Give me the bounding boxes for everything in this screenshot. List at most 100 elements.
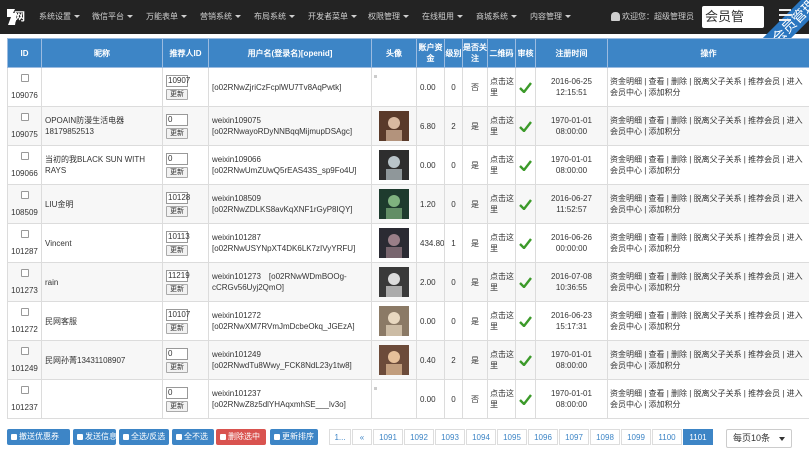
checkmark-icon[interactable] <box>519 120 532 132</box>
checkmark-icon[interactable] <box>519 237 532 249</box>
header-id[interactable]: ID <box>7 38 42 68</box>
row-qrcode-link[interactable]: 点击这里 <box>487 106 516 146</box>
row-checkbox[interactable] <box>20 73 29 82</box>
update-button[interactable]: 更新 <box>166 166 188 178</box>
nav-wechat-platform[interactable]: 微信平台 <box>92 0 133 34</box>
row-nickname: rain <box>41 262 163 302</box>
row-qrcode-link[interactable]: 点击这里 <box>487 145 516 185</box>
nav-universal-form[interactable]: 万能表单 <box>146 0 187 34</box>
checkbox-icon <box>123 433 129 440</box>
row-checkbox[interactable] <box>20 151 29 160</box>
row-qrcode-link[interactable]: 点击这里 <box>487 262 516 302</box>
update-button[interactable]: 更新 <box>166 127 188 139</box>
nav-system-settings[interactable]: 系统设置 <box>39 0 80 34</box>
row-operations[interactable]: 资金明细 | 查看 | 删除 | 脱离父子关系 | 推荐会员 | 进入会员中心 … <box>607 262 809 302</box>
update-button[interactable]: 更新 <box>166 88 188 100</box>
header-audit: 审核 <box>515 38 536 68</box>
bottom-toolbar: 撤送优惠券 发送信息 全选/反选 全不选 删除选中 更新排序 1... «1091… <box>0 426 809 455</box>
page-link[interactable]: 1098 <box>590 429 620 445</box>
select-invert-button[interactable]: 全选/反选 <box>119 429 169 445</box>
checkmark-icon[interactable] <box>519 315 532 327</box>
nav-permissions[interactable]: 权限管理 <box>368 0 409 34</box>
row-operations[interactable]: 资金明细 | 查看 | 删除 | 脱离父子关系 | 推荐会员 | 进入会员中心 … <box>607 223 809 263</box>
row-checkbox[interactable] <box>20 268 29 277</box>
page-link[interactable]: 1093 <box>435 429 465 445</box>
nav-mall[interactable]: 商城系统 <box>476 0 517 34</box>
page-link[interactable]: 1099 <box>621 429 651 445</box>
row-operations[interactable]: 资金明细 | 查看 | 删除 | 脱离父子关系 | 推荐会员 | 进入会员中心 … <box>607 340 809 380</box>
row-qrcode-link[interactable]: 点击这里 <box>487 301 516 341</box>
nav-marketing[interactable]: 营销系统 <box>200 0 241 34</box>
update-button[interactable]: 更新 <box>166 322 188 334</box>
row-follow: 是 <box>462 106 488 146</box>
row-qrcode-link[interactable]: 点击这里 <box>487 67 516 107</box>
top-navbar: 网 系统设置 微信平台 万能表单 营销系统 布局系统 开发者菜单 权限管理 在线… <box>0 0 809 67</box>
row-checkbox[interactable] <box>20 190 29 199</box>
referrer-id-input[interactable]: 10128 <box>166 191 190 204</box>
row-checkbox[interactable] <box>20 112 29 121</box>
update-button[interactable]: 更新 <box>166 205 188 217</box>
checkmark-icon[interactable] <box>519 159 532 171</box>
page-link[interactable]: 1096 <box>528 429 558 445</box>
page-link[interactable]: « <box>352 429 372 445</box>
row-follow: 是 <box>462 223 488 263</box>
row-openid: [o02RNwdTu8Wwy_FCK8NdL23y1tw8] <box>212 361 352 370</box>
nav-content[interactable]: 内容管理 <box>530 0 571 34</box>
row-id-cell: 101272 <box>7 301 42 341</box>
row-operations[interactable]: 资金明细 | 查看 | 删除 | 脱离父子关系 | 推荐会员 | 进入会员中心 … <box>607 184 809 224</box>
send-message-button[interactable]: 发送信息 <box>73 429 117 445</box>
page-link[interactable]: 1094 <box>466 429 496 445</box>
checkmark-icon[interactable] <box>519 276 532 288</box>
row-qrcode-link[interactable]: 点击这里 <box>487 340 516 380</box>
update-button[interactable]: 更新 <box>166 283 188 295</box>
row-qrcode-link[interactable]: 点击这里 <box>487 379 516 419</box>
update-button[interactable]: 更新 <box>166 400 188 412</box>
page-link[interactable]: 1... <box>329 429 351 445</box>
row-operations[interactable]: 资金明细 | 查看 | 删除 | 脱离父子关系 | 推荐会员 | 进入会员中心 … <box>607 106 809 146</box>
delete-selected-button[interactable]: 删除选中 <box>216 429 266 445</box>
row-operations[interactable]: 资金明细 | 查看 | 删除 | 脱离父子关系 | 推荐会员 | 进入会员中心 … <box>607 301 809 341</box>
referrer-id-input[interactable]: 0 <box>166 152 188 165</box>
chevron-down-icon <box>127 15 133 19</box>
page-link[interactable]: 1100 <box>652 429 682 445</box>
update-sort-button[interactable]: 更新排序 <box>270 429 318 445</box>
row-avatar-cell <box>371 223 417 263</box>
referrer-id-input[interactable]: 0 <box>166 386 188 399</box>
row-checkbox[interactable] <box>20 307 29 316</box>
per-page-select[interactable]: 每页10条 <box>726 429 792 448</box>
page-link[interactable]: 1095 <box>497 429 527 445</box>
referrer-id-input[interactable]: 11219 <box>166 269 190 282</box>
hamburger-menu-icon[interactable] <box>779 9 791 21</box>
page-link[interactable]: 1091 <box>373 429 403 445</box>
row-operations[interactable]: 资金明细 | 查看 | 删除 | 脱离父子关系 | 推荐会员 | 进入会员中心 … <box>607 379 809 419</box>
select-none-button[interactable]: 全不选 <box>172 429 214 445</box>
checkmark-icon[interactable] <box>519 354 532 366</box>
row-checkbox[interactable] <box>20 346 29 355</box>
referrer-id-input[interactable]: 0 <box>166 347 188 360</box>
row-qrcode-link[interactable]: 点击这里 <box>487 184 516 224</box>
row-qrcode-link[interactable]: 点击这里 <box>487 223 516 263</box>
page-link[interactable]: 1101 <box>683 429 713 445</box>
row-checkbox[interactable] <box>20 229 29 238</box>
update-button[interactable]: 更新 <box>166 244 188 256</box>
bell-icon[interactable] <box>611 12 620 22</box>
send-coupon-button[interactable]: 撤送优惠券 <box>7 429 70 445</box>
nav-online-rental[interactable]: 在线租用 <box>422 0 463 34</box>
referrer-id-input[interactable]: 0 <box>166 113 188 126</box>
nav-layout[interactable]: 布局系统 <box>254 0 295 34</box>
referrer-id-input[interactable]: 10107 <box>166 308 190 321</box>
checkmark-icon[interactable] <box>519 81 532 93</box>
checkmark-icon[interactable] <box>519 198 532 210</box>
referrer-id-input[interactable]: 10113 <box>166 230 190 243</box>
row-operations[interactable]: 资金明细 | 查看 | 删除 | 脱离父子关系 | 推荐会员 | 进入会员中心 … <box>607 67 809 107</box>
nav-developer-menu[interactable]: 开发者菜单 <box>308 0 357 34</box>
checkmark-icon[interactable] <box>519 393 532 405</box>
row-operations[interactable]: 资金明细 | 查看 | 删除 | 脱离父子关系 | 推荐会员 | 进入会员中心 … <box>607 145 809 185</box>
page-link[interactable]: 1097 <box>559 429 589 445</box>
header-nickname: 昵称 <box>41 38 163 68</box>
update-button[interactable]: 更新 <box>166 361 188 373</box>
page-link[interactable]: 1092 <box>404 429 434 445</box>
member-management-button[interactable]: 会员管 <box>702 6 764 28</box>
row-checkbox[interactable] <box>20 385 29 394</box>
referrer-id-input[interactable]: 10907 <box>166 74 190 87</box>
